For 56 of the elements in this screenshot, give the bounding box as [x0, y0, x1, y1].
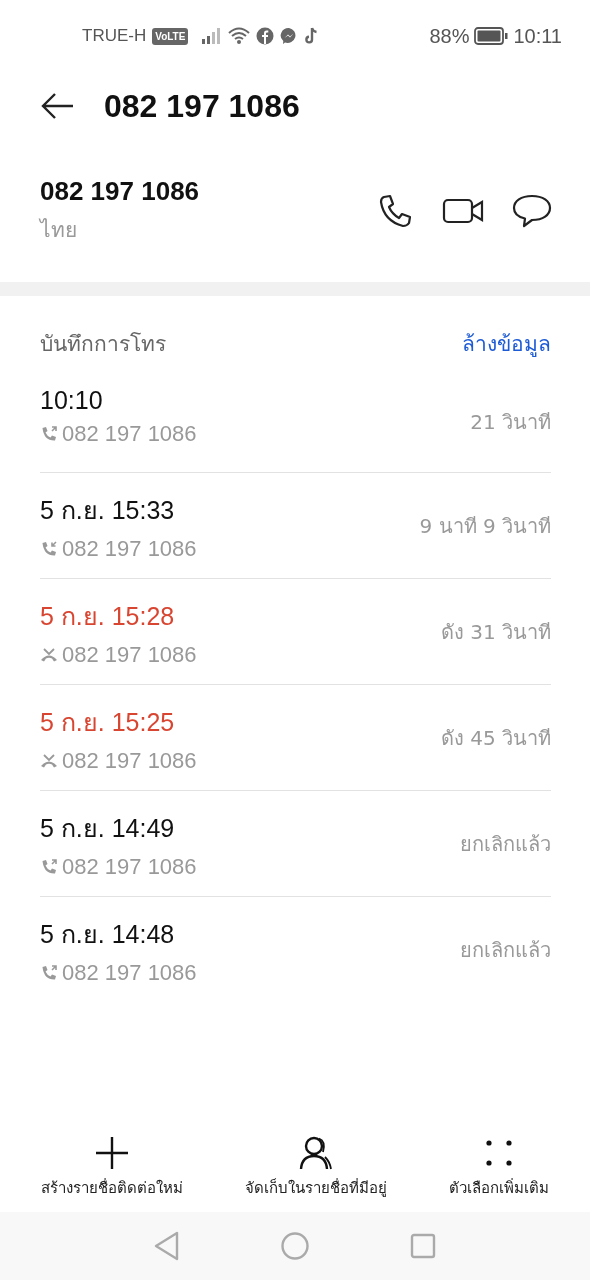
call-entry[interactable]: 5 ก.ย. 15:33 082 197 1086 9 นาที 9 วินาที — [40, 472, 551, 578]
back-arrow-icon — [40, 91, 74, 121]
clock: 10:11 — [513, 24, 562, 48]
call-duration: ดัง 45 วินาที — [440, 724, 551, 752]
call-number: 082 197 1086 — [62, 959, 197, 986]
carrier-name: TRUE-H — [82, 26, 147, 46]
contact-number: 082 197 1086 — [40, 176, 200, 207]
contact-region: ไทย — [40, 217, 78, 244]
call-entry[interactable]: 5 ก.ย. 15:28 082 197 1086 ดัง 31 วินาที — [40, 578, 551, 684]
clear-link[interactable]: ล้างข้อมูล — [462, 326, 551, 360]
call-time: 5 ก.ย. 14:48 — [40, 918, 176, 950]
incoming-call-icon — [40, 539, 58, 558]
message-button[interactable] — [512, 193, 552, 229]
action-button[interactable]: สร้างรายชื่อติดต่อใหม่ — [41, 1136, 183, 1200]
call-time: 5 ก.ย. 14:49 — [40, 812, 176, 844]
action-button[interactable]: ตัวเลือกเพิ่มเติม — [449, 1136, 549, 1200]
call-time: 10:10 — [40, 386, 104, 415]
outgoing-call-icon — [40, 425, 58, 443]
person-icon — [298, 1136, 334, 1170]
video-camera-icon — [442, 196, 484, 226]
page-title: 082 197 1086 — [104, 87, 300, 125]
call-entry[interactable]: 10:10 082 197 1086 21 วินาที — [40, 386, 551, 472]
battery-icon — [474, 27, 509, 45]
action-button[interactable]: จัดเก็บในรายชื่อที่มีอยู่ — [245, 1136, 387, 1200]
speech-bubble-icon — [512, 193, 552, 229]
call-entry[interactable]: 5 ก.ย. 15:25 082 197 1086 ดัง 45 วินาที — [40, 684, 551, 790]
facebook-icon — [256, 27, 275, 45]
signal-icon — [202, 28, 223, 44]
battery-percent: 88% — [429, 24, 470, 48]
plus-icon — [95, 1136, 129, 1170]
video-call-button[interactable] — [442, 196, 484, 226]
call-number: 082 197 1086 — [62, 535, 197, 562]
outgoing-call-icon — [40, 857, 58, 876]
call-number: 082 197 1086 — [62, 421, 197, 447]
call-duration: ยกเลิกแล้ว — [460, 830, 551, 858]
call-number: 082 197 1086 — [62, 641, 197, 668]
volte-badge: VoLTE — [152, 27, 189, 45]
section-title: บันทึกการโทร — [40, 330, 166, 358]
call-number: 082 197 1086 — [62, 853, 197, 880]
call-time: 5 ก.ย. 15:25 — [40, 706, 176, 738]
call-entry[interactable]: 5 ก.ย. 14:49 082 197 1086 ยกเลิกแล้ว — [40, 790, 551, 896]
call-duration: ดัง 31 วินาที — [440, 618, 551, 646]
call-number: 082 197 1086 — [62, 747, 197, 774]
call-time: 5 ก.ย. 15:28 — [40, 600, 176, 632]
call-duration: 9 นาที 9 วินาที — [419, 512, 551, 540]
outgoing-call-icon — [40, 963, 58, 982]
missed-call-icon — [40, 646, 58, 663]
phone-icon — [378, 193, 414, 229]
missed-call-icon — [40, 752, 58, 769]
call-entry[interactable]: 5 ก.ย. 14:48 082 197 1086 ยกเลิกแล้ว — [40, 896, 551, 1002]
back-button[interactable] — [40, 91, 74, 121]
call-time: 5 ก.ย. 15:33 — [40, 494, 176, 526]
call-duration: 21 วินาที — [470, 409, 551, 436]
call-button[interactable] — [378, 193, 414, 229]
call-duration: ยกเลิกแล้ว — [460, 936, 551, 964]
wifi-icon — [228, 27, 251, 45]
